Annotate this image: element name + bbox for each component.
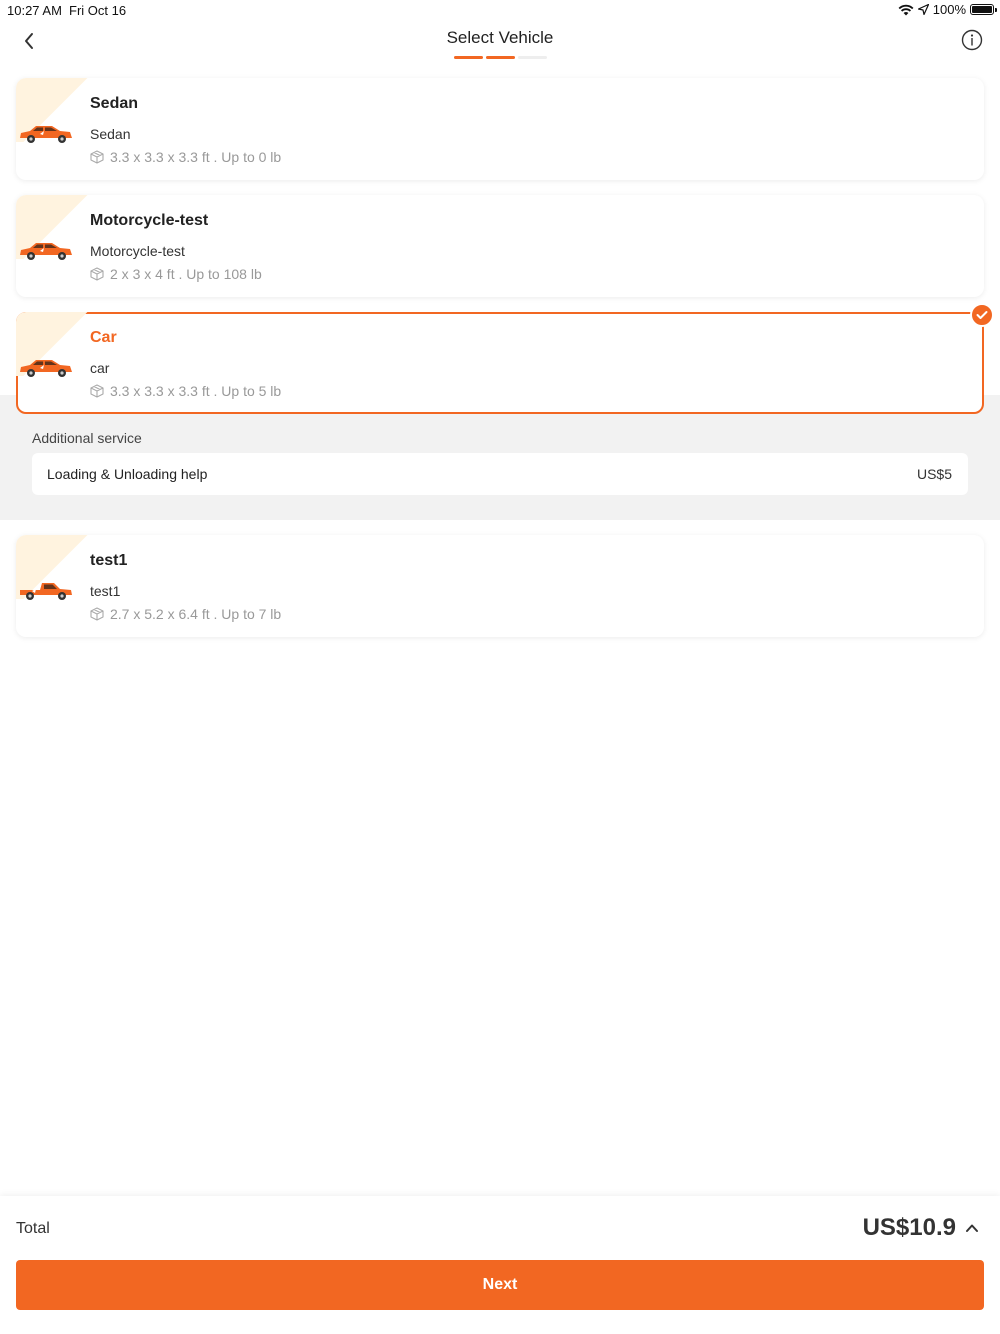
vehicle-spec-text: 2 x 3 x 4 ft . Up to 108 lb [110, 266, 262, 282]
page-title: Select Vehicle [446, 28, 554, 47]
vehicle-subtitle: Sedan [90, 126, 131, 142]
vehicle-card-car[interactable]: Car car 3.3 x 3.3 x 3.3 ft . Up to 5 lb [16, 303, 994, 414]
info-button[interactable] [960, 28, 984, 52]
status-indicators: 100% [898, 2, 997, 17]
total-value: US$10.9 [862, 1214, 956, 1241]
vehicle-spec: 2.7 x 5.2 x 6.4 ft . Up to 7 lb [90, 606, 281, 622]
box-icon [90, 384, 104, 398]
step-progress-indicator [454, 56, 547, 59]
vehicle-subtitle: test1 [90, 583, 121, 599]
vehicle-spec: 2 x 3 x 4 ft . Up to 108 lb [90, 266, 262, 282]
vehicle-card-test1[interactable]: test1 test1 2.7 x 5.2 x 6.4 ft . Up to 7… [16, 535, 984, 637]
progress-step-1 [454, 56, 483, 59]
battery-icon [970, 4, 997, 15]
box-icon [90, 267, 104, 281]
progress-step-3 [518, 56, 547, 59]
status-time: 10:27 AM [7, 3, 62, 18]
footer-bar: Total US$10.9 Next [0, 1196, 1000, 1334]
vehicle-spec: 3.3 x 3.3 x 3.3 ft . Up to 0 lb [90, 149, 281, 165]
car-icon [20, 243, 72, 260]
selected-check-icon [970, 303, 994, 327]
status-date: Fri Oct 16 [69, 3, 127, 18]
box-icon [90, 607, 104, 621]
vehicle-name: Sedan [90, 95, 139, 112]
pickup-truck-icon [20, 583, 72, 600]
car-icon [20, 360, 72, 377]
vehicle-subtitle: car [90, 360, 110, 376]
vehicle-spec-text: 2.7 x 5.2 x 6.4 ft . Up to 7 lb [110, 606, 282, 622]
vehicle-spec-text: 3.3 x 3.3 x 3.3 ft . Up to 5 lb [110, 383, 282, 399]
battery-percent: 100% [932, 2, 966, 17]
next-button[interactable]: Next [16, 1260, 984, 1310]
status-bar: 10:27 AM Fri Oct 16 100% [0, 0, 1000, 20]
vehicle-name: Motorcycle-test [90, 212, 209, 229]
additional-service-item-loading-help[interactable]: Loading & Unloading help US$5 [32, 453, 968, 495]
info-icon [961, 29, 983, 51]
chevron-up-icon[interactable] [964, 1220, 980, 1236]
total-label: Total [16, 1220, 50, 1237]
vehicle-subtitle: Motorcycle-test [90, 243, 185, 259]
additional-service-title: Additional service [32, 430, 142, 446]
vehicle-card-motorcycle-test[interactable]: Motorcycle-test Motorcycle-test 2 x 3 x … [16, 195, 984, 297]
vehicle-spec-text: 3.3 x 3.3 x 3.3 ft . Up to 0 lb [110, 149, 282, 165]
location-arrow-icon [917, 4, 929, 15]
vehicle-card-sedan[interactable]: Sedan Sedan 3.3 x 3.3 x 3.3 ft . Up to 0… [16, 78, 984, 180]
service-price: US$5 [916, 466, 952, 482]
box-icon [90, 150, 104, 164]
vehicle-name: test1 [90, 552, 128, 569]
progress-step-2 [486, 56, 515, 59]
wifi-icon [898, 4, 914, 15]
car-icon [20, 126, 72, 143]
vehicle-spec: 3.3 x 3.3 x 3.3 ft . Up to 5 lb [90, 383, 281, 399]
vehicle-name: Car [90, 329, 117, 346]
service-label: Loading & Unloading help [47, 466, 208, 482]
